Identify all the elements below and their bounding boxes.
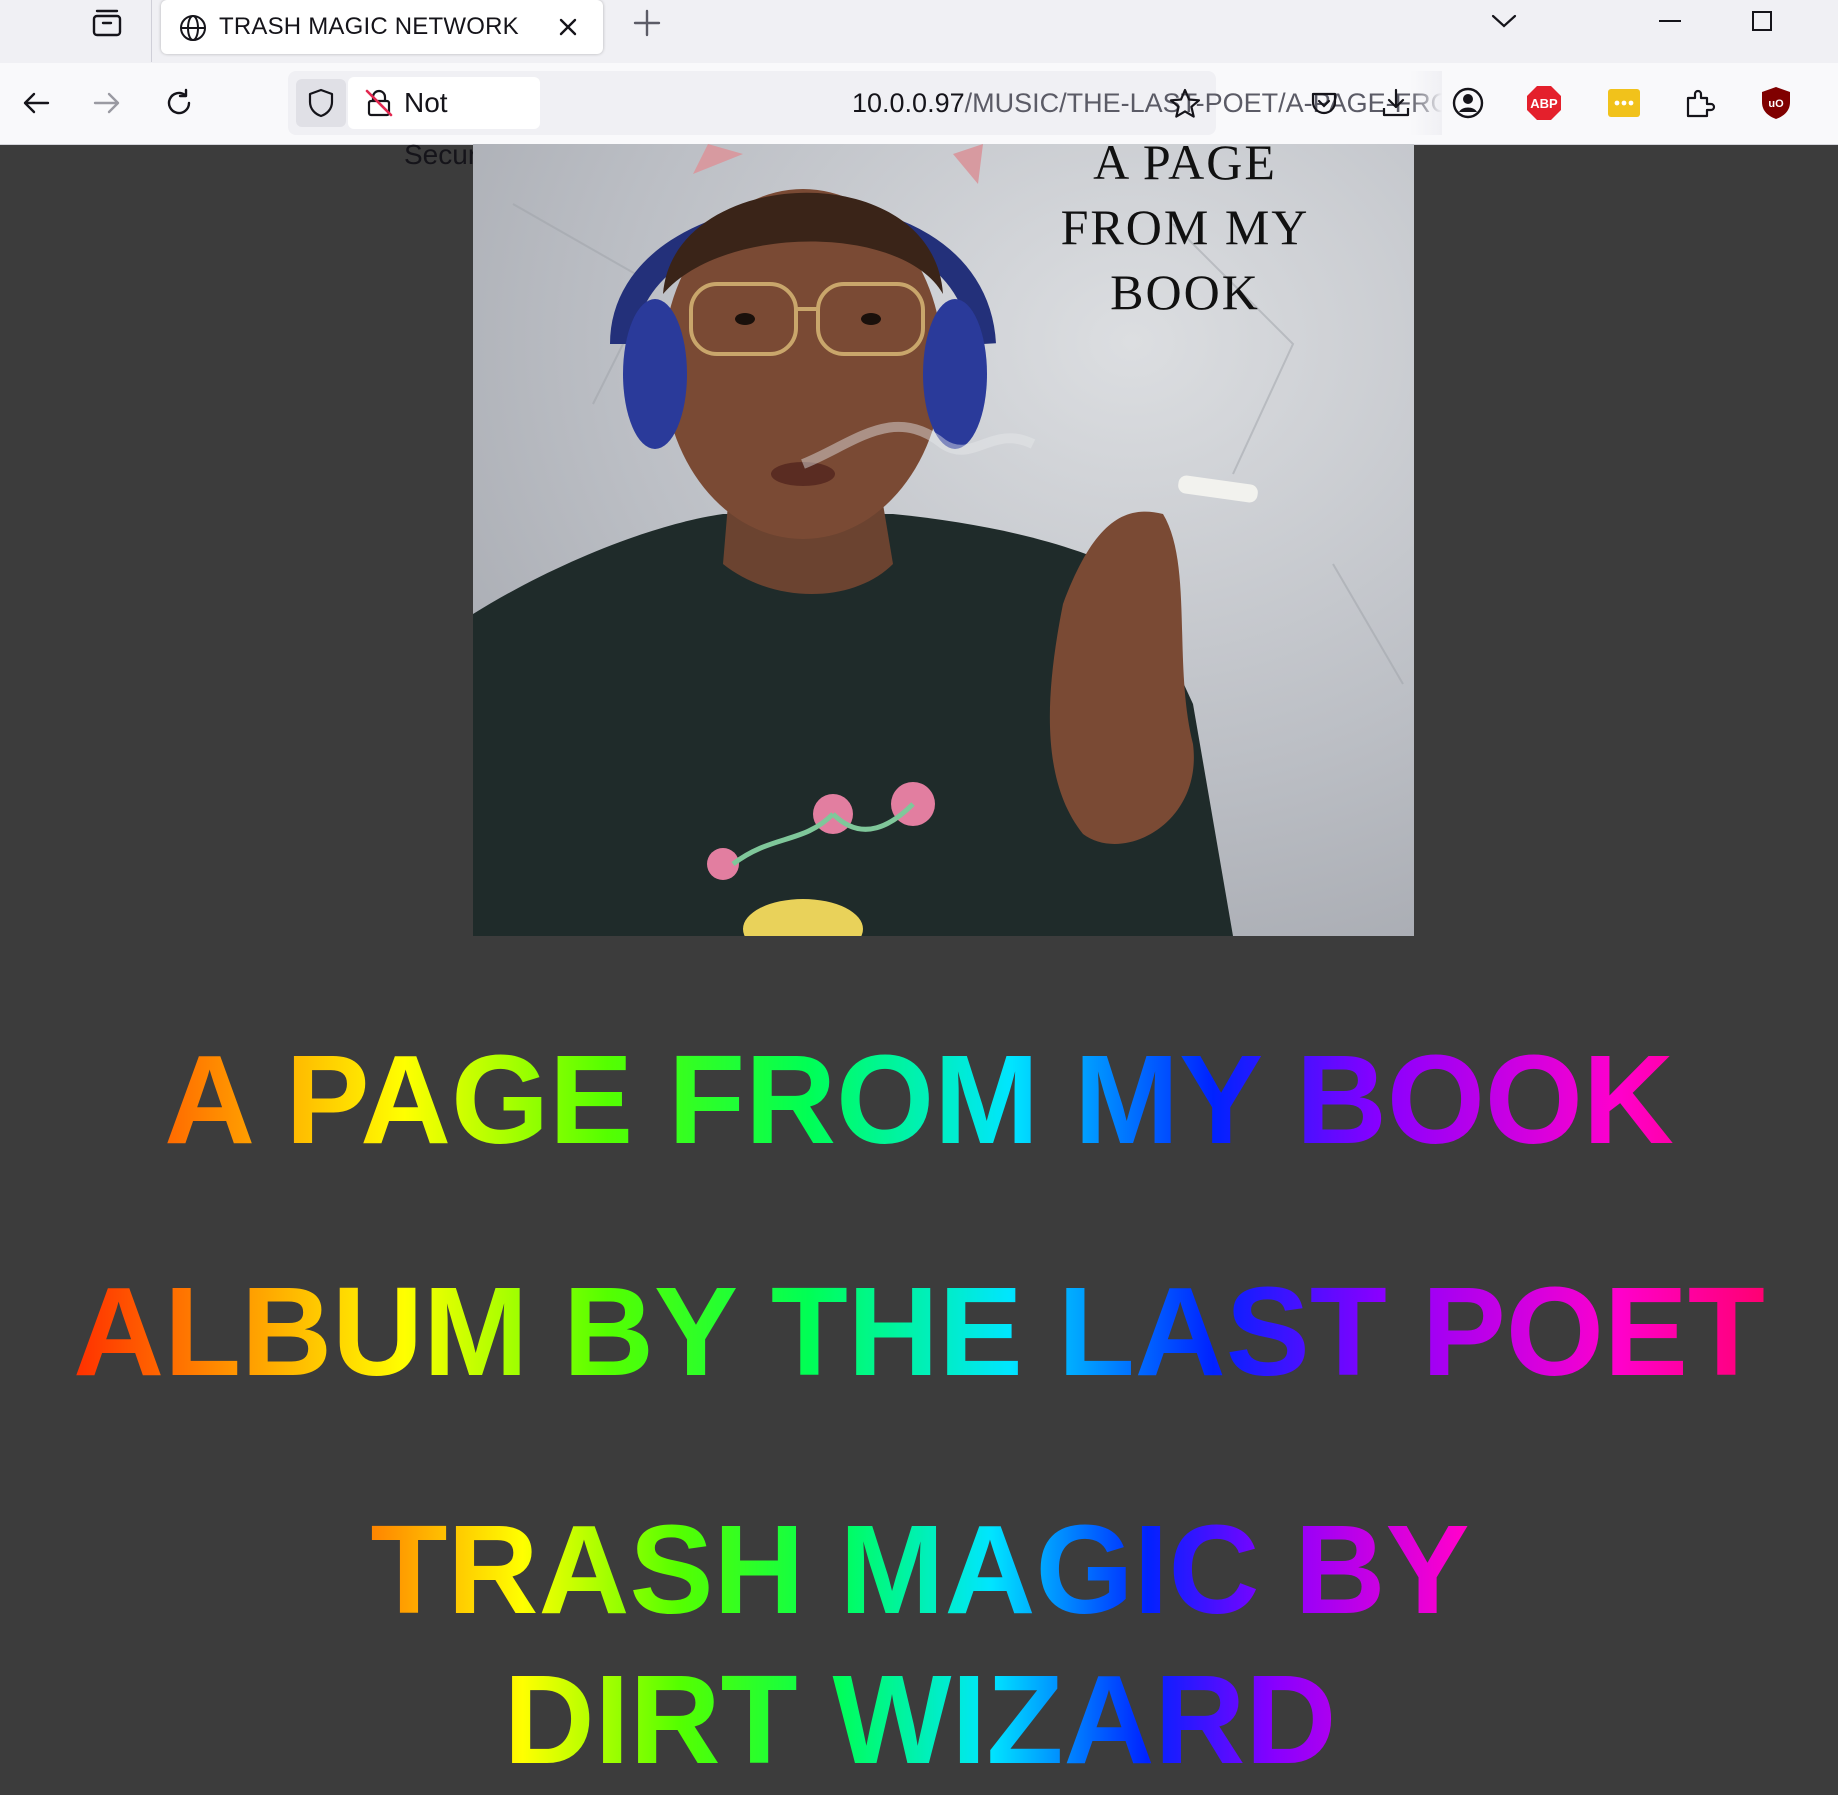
insecure-lock-icon <box>365 89 393 117</box>
pocket-icon[interactable] <box>1304 83 1344 123</box>
cover-title-line: A PAGE <box>1093 134 1277 190</box>
ublock-origin-icon[interactable]: uO <box>1756 83 1796 123</box>
tab-title: TRASH MAGIC NETWORK <box>219 13 519 40</box>
plus-icon[interactable] <box>630 6 664 40</box>
tab-strip: TRASH MAGIC NETWORK <box>0 0 1838 63</box>
maximize-icon[interactable] <box>1742 4 1782 38</box>
album-title-heading: A PAGE FROM MY BOOK <box>0 1030 1838 1170</box>
url-bar[interactable]: Not Secure 10.0.0.97/MUSIC/THE-LAST-POET… <box>288 71 1442 170</box>
url-host: 10.0.0.97 <box>852 88 965 118</box>
label-heading: TRASH MAGIC BY DIRT WIZARD <box>210 1495 1630 1795</box>
navigation-toolbar: Not Secure 10.0.0.97/MUSIC/THE-LAST-POET… <box>0 63 1838 170</box>
tab-separator <box>151 0 152 62</box>
security-indicator[interactable]: Not Secure <box>348 77 540 170</box>
account-icon[interactable] <box>1448 83 1488 123</box>
back-arrow-icon[interactable] <box>16 83 56 123</box>
svg-text:ABP: ABP <box>1530 96 1558 111</box>
close-icon[interactable] <box>554 13 582 41</box>
artist-heading: ALBUM BY THE LAST POET <box>0 1262 1838 1402</box>
reload-icon[interactable] <box>159 83 199 123</box>
minimize-icon[interactable] <box>1650 4 1690 38</box>
tab-list-icon[interactable] <box>84 3 130 43</box>
adblock-plus-icon[interactable]: ABP <box>1524 83 1564 123</box>
chevron-down-icon[interactable] <box>1484 4 1524 38</box>
password-manager-icon[interactable] <box>1604 83 1644 123</box>
globe-icon <box>180 15 206 41</box>
download-icon[interactable] <box>1376 83 1416 123</box>
forward-arrow-icon[interactable] <box>87 83 127 123</box>
cover-title-line: BOOK <box>1110 264 1260 320</box>
active-tab[interactable]: TRASH MAGIC NETWORK <box>161 0 603 54</box>
shield-icon[interactable] <box>296 79 346 127</box>
url-path: /MUSIC/THE-LAST-POET/A-PAGE-FROM <box>964 88 1442 118</box>
url-text[interactable]: 10.0.0.97/MUSIC/THE-LAST-POET/A-PAGE-FRO… <box>852 71 1442 135</box>
svg-text:uO: uO <box>1768 98 1784 110</box>
cover-title: A PAGE FROM MY BOOK <box>1060 130 1310 325</box>
extensions-icon[interactable] <box>1680 83 1720 123</box>
bookmark-star-icon[interactable] <box>1168 87 1202 121</box>
cover-title-line: FROM MY <box>1060 199 1310 255</box>
